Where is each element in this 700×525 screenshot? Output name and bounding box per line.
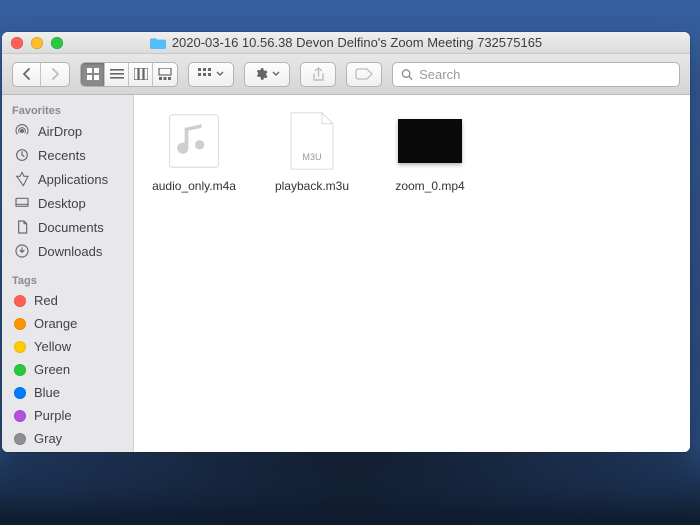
- audio-file-icon: [164, 111, 224, 171]
- forward-button[interactable]: [41, 63, 69, 86]
- sidebar-item-downloads[interactable]: Downloads: [2, 239, 133, 263]
- sidebar-label: Gray: [34, 431, 62, 446]
- traffic-lights: [2, 37, 63, 49]
- sidebar-label: Orange: [34, 316, 77, 331]
- group-menu[interactable]: [188, 62, 234, 87]
- view-switcher: [80, 62, 178, 87]
- tag-dot-icon: [14, 341, 26, 353]
- sidebar-label: Applications: [38, 172, 108, 187]
- file-name: audio_only.m4a: [152, 179, 236, 193]
- tag-dot-icon: [14, 433, 26, 445]
- toolbar: [2, 54, 690, 95]
- zoom-button[interactable]: [51, 37, 63, 49]
- file-name: playback.m3u: [275, 179, 349, 193]
- tag-dot-icon: [14, 364, 26, 376]
- sidebar-label: Blue: [34, 385, 60, 400]
- chevron-left-icon: [22, 68, 32, 80]
- finder-window: 2020-03-16 10.56.38 Devon Delfino's Zoom…: [2, 32, 690, 452]
- search-icon: [401, 68, 413, 81]
- search-field[interactable]: [392, 62, 680, 87]
- gallery-icon: [158, 68, 172, 80]
- nav-buttons: [12, 62, 70, 87]
- tag-icon: [355, 68, 373, 80]
- tag-dot-icon: [14, 318, 26, 330]
- columns-icon: [134, 68, 148, 80]
- sidebar-item-documents[interactable]: Documents: [2, 215, 133, 239]
- sidebar-item-recents[interactable]: Recents: [2, 143, 133, 167]
- sidebar-tag-purple[interactable]: Purple: [2, 404, 133, 427]
- sidebar-label: Documents: [38, 220, 104, 235]
- tag-button[interactable]: [346, 62, 382, 87]
- search-input[interactable]: [419, 67, 671, 82]
- file-badge-text: M3U: [302, 152, 321, 162]
- tag-dot-icon: [14, 410, 26, 422]
- share-button[interactable]: [300, 62, 336, 87]
- sidebar-tag-gray[interactable]: Gray: [2, 427, 133, 450]
- file-item[interactable]: M3U playback.m3u: [262, 111, 362, 193]
- window-title: 2020-03-16 10.56.38 Devon Delfino's Zoom…: [2, 32, 690, 53]
- action-menu[interactable]: [244, 62, 290, 87]
- video-file-icon: [398, 119, 462, 163]
- sidebar-label: AirDrop: [38, 124, 82, 139]
- titlebar: 2020-03-16 10.56.38 Devon Delfino's Zoom…: [2, 32, 690, 54]
- gear-icon: [254, 67, 268, 81]
- chevron-right-icon: [50, 68, 60, 80]
- minimize-button[interactable]: [31, 37, 43, 49]
- chevron-down-icon: [272, 71, 280, 77]
- grid-icon: [86, 67, 100, 81]
- desktop-icon: [14, 195, 30, 211]
- sidebar-label: Yellow: [34, 339, 71, 354]
- folder-icon: [150, 37, 166, 49]
- list-icon: [110, 68, 124, 80]
- sidebar-label: Red: [34, 293, 58, 308]
- tag-dot-icon: [14, 295, 26, 307]
- documents-icon: [14, 219, 30, 235]
- sidebar-label: Purple: [34, 408, 72, 423]
- sidebar-label: Desktop: [38, 196, 86, 211]
- grid-small-icon: [198, 68, 212, 80]
- window-title-text: 2020-03-16 10.56.38 Devon Delfino's Zoom…: [172, 35, 542, 50]
- sidebar-label: Recents: [38, 148, 86, 163]
- sidebar-tag-red[interactable]: Red: [2, 289, 133, 312]
- file-thumbnail: [398, 111, 462, 171]
- m3u-file-icon: M3U: [287, 111, 337, 171]
- sidebar-tag-orange[interactable]: Orange: [2, 312, 133, 335]
- file-thumbnail: [162, 111, 226, 171]
- clock-icon: [14, 147, 30, 163]
- sidebar-tag-yellow[interactable]: Yellow: [2, 335, 133, 358]
- sidebar-item-desktop[interactable]: Desktop: [2, 191, 133, 215]
- tags-header: Tags: [2, 271, 133, 289]
- sidebar-label: Downloads: [38, 244, 102, 259]
- downloads-icon: [14, 243, 30, 259]
- file-thumbnail: M3U: [280, 111, 344, 171]
- back-button[interactable]: [13, 63, 41, 86]
- applications-icon: [14, 171, 30, 187]
- file-name: zoom_0.mp4: [395, 179, 464, 193]
- sidebar-tag-green[interactable]: Green: [2, 358, 133, 381]
- window-body: Favorites AirDrop Recents Applications D…: [2, 95, 690, 452]
- icon-view-button[interactable]: [81, 63, 105, 86]
- share-icon: [312, 67, 325, 82]
- sidebar-tag-blue[interactable]: Blue: [2, 381, 133, 404]
- file-item[interactable]: zoom_0.mp4: [380, 111, 480, 193]
- airdrop-icon: [14, 123, 30, 139]
- file-area[interactable]: audio_only.m4a M3U playback.m3u zoom_0.m…: [134, 95, 690, 452]
- sidebar-item-airdrop[interactable]: AirDrop: [2, 119, 133, 143]
- sidebar-item-applications[interactable]: Applications: [2, 167, 133, 191]
- list-view-button[interactable]: [105, 63, 129, 86]
- tag-dot-icon: [14, 387, 26, 399]
- close-button[interactable]: [11, 37, 23, 49]
- gallery-view-button[interactable]: [153, 63, 177, 86]
- file-item[interactable]: audio_only.m4a: [144, 111, 244, 193]
- sidebar-label: Green: [34, 362, 70, 377]
- column-view-button[interactable]: [129, 63, 153, 86]
- favorites-header: Favorites: [2, 101, 133, 119]
- chevron-down-icon: [216, 71, 224, 77]
- sidebar: Favorites AirDrop Recents Applications D…: [2, 95, 134, 452]
